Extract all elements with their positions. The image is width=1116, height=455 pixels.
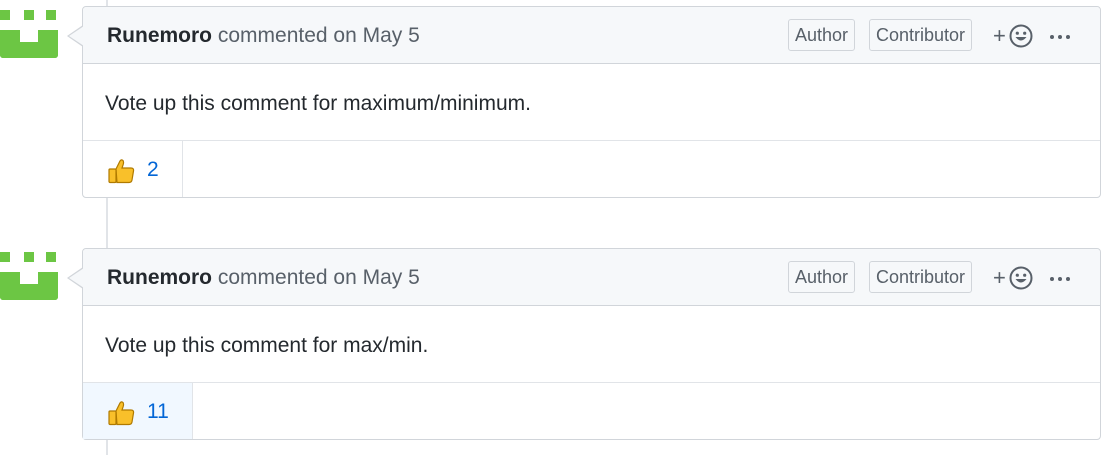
add-reaction-button[interactable]: +	[993, 23, 1035, 49]
comment-header-text: Runemoro commented on May 5	[107, 266, 420, 290]
contributor-label: Contributor	[869, 261, 973, 293]
more-options-icon[interactable]	[1049, 23, 1073, 49]
comment-header-text: Runemoro commented on May 5	[107, 24, 420, 48]
comment-box: Runemoro commented on May 5 Author Contr…	[67, 6, 1101, 198]
thumbs-up-icon	[108, 401, 135, 426]
comment-box: Runemoro commented on May 5 Author Contr…	[67, 248, 1101, 440]
author-label: Author	[788, 19, 856, 51]
comment-body: Vote up this comment for maximum/minimum…	[83, 64, 1100, 141]
thumbs-up-reaction-button[interactable]: 2	[83, 141, 183, 197]
author-label: Author	[788, 261, 856, 293]
smiley-icon	[1009, 24, 1033, 48]
plus-icon: +	[993, 23, 1006, 48]
reactions-bar: 11	[83, 383, 1100, 439]
comment-body-text: Vote up this comment for max/min.	[105, 334, 429, 357]
plus-icon: +	[993, 265, 1006, 290]
contributor-label: Contributor	[869, 19, 973, 51]
comment-author[interactable]: Runemoro	[107, 24, 212, 47]
add-reaction-button[interactable]: +	[993, 265, 1035, 291]
smiley-icon	[1009, 266, 1033, 290]
comment-body-text: Vote up this comment for maximum/minimum…	[105, 92, 531, 115]
more-options-icon[interactable]	[1049, 265, 1073, 291]
avatar[interactable]	[0, 242, 58, 300]
comment-timestamp[interactable]: commented on May 5	[218, 24, 420, 47]
reactions-bar: 2	[83, 141, 1100, 197]
comment-body: Vote up this comment for max/min.	[83, 306, 1100, 383]
thumbs-up-icon	[108, 159, 135, 184]
thumbs-up-reaction-button[interactable]: 11	[83, 383, 193, 439]
comment-timestamp[interactable]: commented on May 5	[218, 266, 420, 289]
comment-author[interactable]: Runemoro	[107, 266, 212, 289]
avatar[interactable]	[0, 0, 58, 58]
comment-header: Runemoro commented on May 5 Author Contr…	[83, 7, 1100, 64]
comment-header: Runemoro commented on May 5 Author Contr…	[83, 249, 1100, 306]
reaction-count: 11	[147, 400, 169, 423]
reaction-count: 2	[147, 158, 159, 181]
